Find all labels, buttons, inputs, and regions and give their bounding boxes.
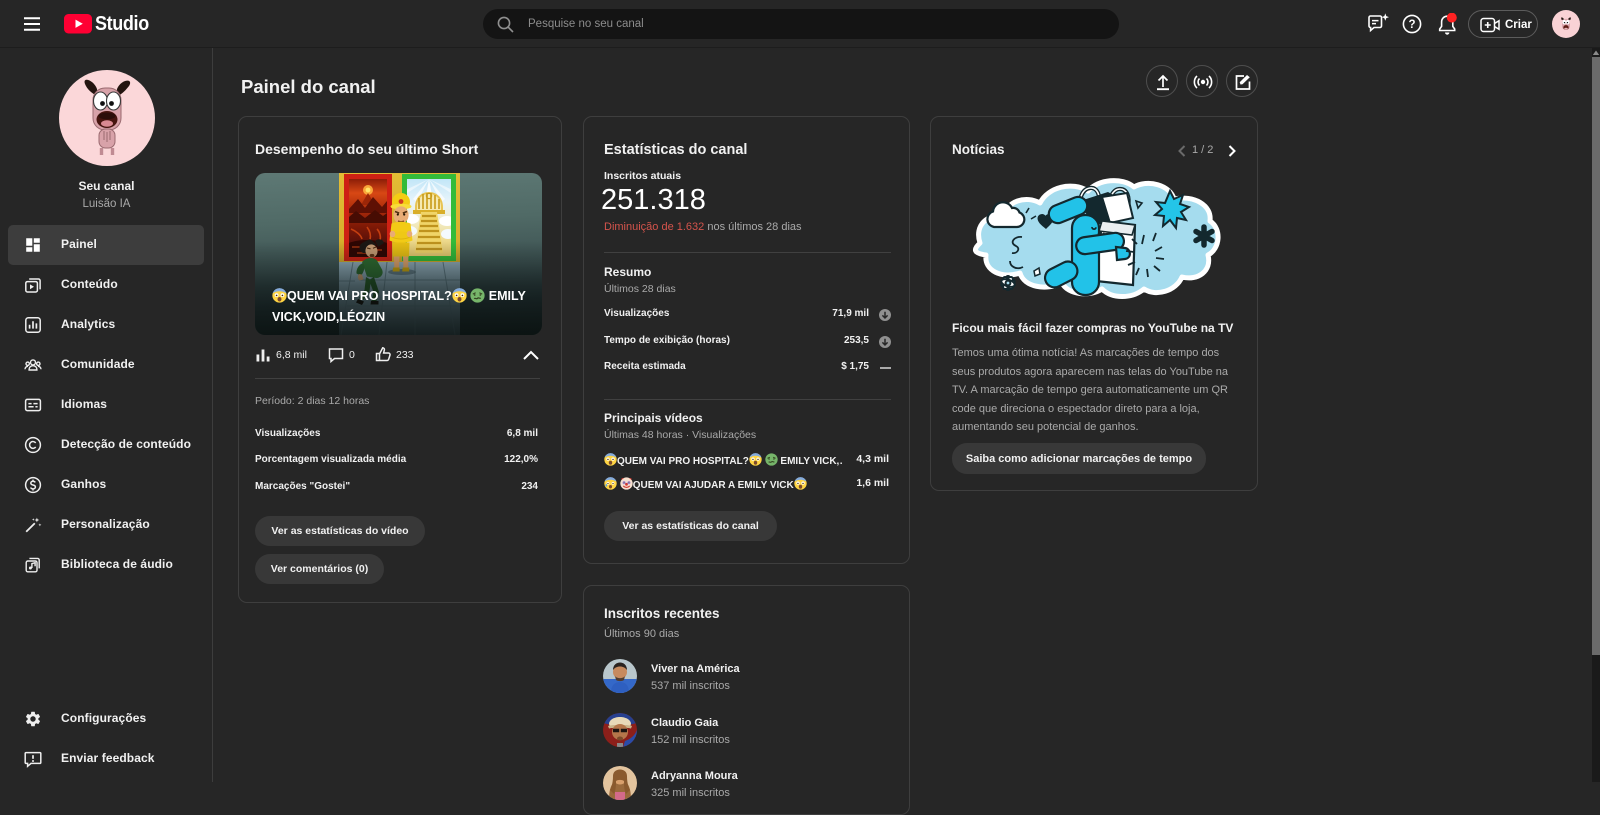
svg-text:?: ? (1408, 19, 1415, 31)
